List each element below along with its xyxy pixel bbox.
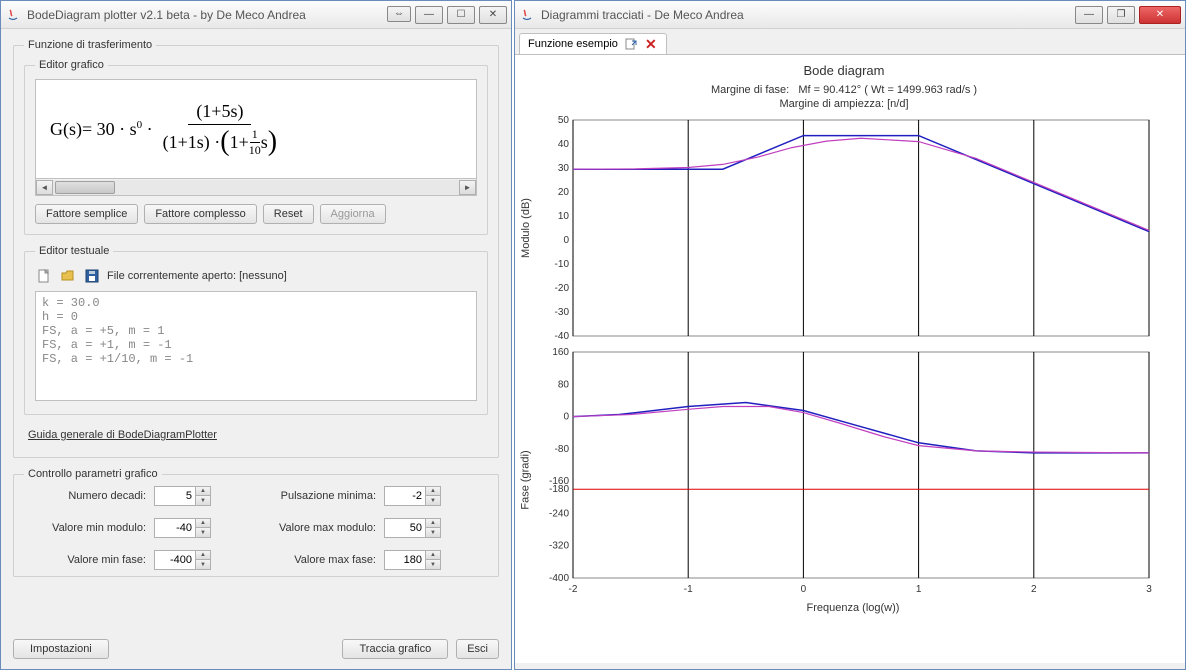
plot-window: Diagrammi tracciati - De Meco Andrea — ❐… [514,0,1186,670]
svg-text:0: 0 [563,235,569,246]
close-tab-icon[interactable]: ✕ [644,37,658,51]
plot-titlebar[interactable]: Diagrammi tracciati - De Meco Andrea — ❐… [515,1,1185,29]
graphic-editor-legend: Editor grafico [35,59,108,71]
numero-decadi-spinner[interactable]: ▲▼ [154,486,214,506]
text-editor-group: Editor testuale File correntemente apert… [24,245,488,415]
min-fase-label: Valore min fase: [24,554,154,566]
scroll-right-icon[interactable]: ► [459,180,476,195]
phase-margin-label: Margine di fase: [711,84,789,96]
numero-decadi-label: Numero decadi: [24,490,154,502]
max-fase-spinner[interactable]: ▲▼ [384,550,444,570]
pulsazione-minima-spinner[interactable]: ▲▼ [384,486,444,506]
svg-text:30: 30 [558,163,570,174]
min-modulo-label: Valore min modulo: [24,522,154,534]
main-window: BodeDiagram plotter v2.1 beta - by De Me… [0,0,512,670]
params-legend: Controllo parametri grafico [24,468,162,480]
gain-margin-value: [n/d] [887,98,908,110]
pulsazione-minima-label: Pulsazione minima: [254,490,384,502]
tab-label: Funzione esempio [528,38,618,50]
minimize-button[interactable]: — [1075,6,1103,24]
tab-bar: Funzione esempio ✕ [515,29,1185,55]
svg-text:1: 1 [916,584,922,595]
svg-text:-20: -20 [555,283,570,294]
svg-text:3: 3 [1146,584,1152,595]
reset-button[interactable]: Reset [263,204,314,224]
guide-link[interactable]: Guida generale di BodeDiagramPlotter [28,429,488,441]
tool-button[interactable]: ⇔ [387,6,411,22]
tab-funzione-esempio[interactable]: Funzione esempio ✕ [519,33,667,54]
svg-text:-240: -240 [549,508,569,519]
aggiorna-button[interactable]: Aggiorna [320,204,386,224]
gain-margin-label: Margine di ampiezza: [779,98,884,110]
max-modulo-label: Valore max modulo: [254,522,384,534]
phase-ylabel: Fase (gradi) [520,450,532,509]
fattore-semplice-button[interactable]: Fattore semplice [35,204,138,224]
svg-text:-10: -10 [555,259,570,270]
esci-button[interactable]: Esci [456,639,499,659]
svg-text:-2: -2 [569,584,578,595]
impostazioni-button[interactable]: Impostazioni [13,639,109,659]
restore-button[interactable]: ❐ [1107,6,1135,24]
phase-margin-value: Mf = 90.412° ( Wt = 1499.963 rad/s ) [798,84,977,96]
scroll-left-icon[interactable]: ◄ [36,180,53,195]
plot-window-title: Diagrammi tracciati - De Meco Andrea [541,8,1075,22]
svg-text:-80: -80 [555,444,570,455]
svg-text:-320: -320 [549,541,569,552]
window-title: BodeDiagram plotter v2.1 beta - by De Me… [27,8,387,22]
svg-text:2: 2 [1031,584,1037,595]
svg-text:-30: -30 [555,307,570,318]
transfer-function-group: Funzione di trasferimento Editor grafico… [13,39,499,458]
svg-text:-400: -400 [549,573,569,584]
svg-text:80: 80 [558,379,570,390]
magnitude-chart: -40 -30 -20 -10 0 10 20 30 40 50 [535,114,1155,342]
text-editor-legend: Editor testuale [35,245,113,257]
svg-text:0: 0 [801,584,807,595]
chart-title: Bode diagram [517,63,1171,78]
minimize-button[interactable]: — [415,6,443,24]
svg-text:-40: -40 [555,331,570,342]
xlabel: Frequenza (log(w)) [535,602,1171,614]
max-modulo-spinner[interactable]: ▲▼ [384,518,444,538]
mag-ylabel: Modulo (dB) [520,198,532,258]
formula-display: G(s)= 30 · s0 · (1+5s) (1+1s) · (1+ 110 … [35,79,477,179]
svg-text:-1: -1 [684,584,693,595]
file-open-label: File correntemente aperto: [nessuno] [107,270,287,282]
params-group: Controllo parametri grafico Numero decad… [13,468,499,577]
transfer-legend: Funzione di trasferimento [24,39,156,51]
formula-scrollbar[interactable]: ◄ ► [35,179,477,196]
maximize-button[interactable]: ☐ [447,6,475,24]
save-file-icon[interactable] [83,267,101,285]
min-fase-spinner[interactable]: ▲▼ [154,550,214,570]
svg-text:40: 40 [558,139,570,150]
phase-chart: -2-10123-400-320-240-180-160-80080160 [535,346,1155,596]
code-textarea[interactable] [35,291,477,401]
open-file-icon[interactable] [59,267,77,285]
min-modulo-spinner[interactable]: ▲▼ [154,518,214,538]
svg-text:50: 50 [558,115,570,126]
titlebar[interactable]: BodeDiagram plotter v2.1 beta - by De Me… [1,1,511,29]
svg-text:160: 160 [552,347,569,358]
close-button[interactable]: ✕ [1139,6,1181,24]
fattore-complesso-button[interactable]: Fattore complesso [144,204,256,224]
export-icon[interactable] [624,37,638,51]
close-button[interactable]: ✕ [479,6,507,24]
svg-text:0: 0 [563,412,569,423]
svg-text:20: 20 [558,187,570,198]
plot-area: Bode diagram Margine di fase: Mf = 90.41… [515,55,1185,663]
new-file-icon[interactable] [35,267,53,285]
graphic-editor-group: Editor grafico G(s)= 30 · s0 · (1+5s) (1… [24,59,488,235]
java-icon [5,7,21,23]
svg-text:10: 10 [558,211,570,222]
scroll-thumb[interactable] [55,181,115,194]
svg-text:-160: -160 [549,476,569,487]
java-icon [519,7,535,23]
traccia-grafico-button[interactable]: Traccia grafico [342,639,448,659]
max-fase-label: Valore max fase: [254,554,384,566]
